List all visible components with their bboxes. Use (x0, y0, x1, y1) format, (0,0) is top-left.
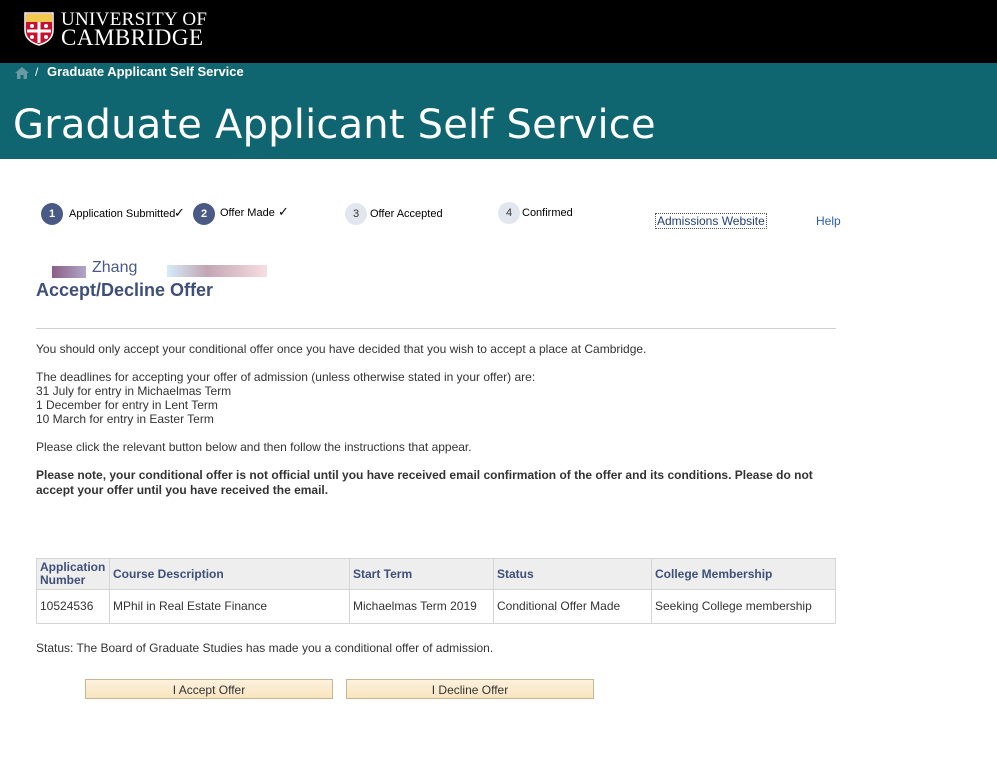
breadcrumb-separator: / (35, 65, 39, 79)
status-message: Status: The Board of Graduate Studies ha… (36, 641, 494, 655)
applicant-name: Zhang (92, 259, 138, 276)
deadline-michaelmas: 31 July for entry in Michaelmas Term (36, 384, 232, 398)
table-row: 10524536 MPhil in Real Estate Finance Mi… (36, 589, 836, 624)
step-2-check-icon: ✓ (278, 204, 289, 219)
column-header-course-description: Course Description (109, 558, 350, 590)
breadcrumb-link[interactable]: Graduate Applicant Self Service (47, 64, 244, 79)
cell-course-description: MPhil in Real Estate Finance (109, 589, 350, 624)
cell-college-membership: Seeking College membership (651, 589, 836, 624)
deadlines-intro: The deadlines for accepting your offer o… (36, 370, 536, 384)
cell-start-term: Michaelmas Term 2019 (349, 589, 494, 624)
decline-offer-button[interactable]: I Decline Offer (346, 679, 594, 699)
column-header-college-membership: College Membership (651, 558, 836, 590)
column-header-application-number: Application Number (36, 558, 110, 590)
step-1-check-icon: ✓ (174, 205, 185, 220)
banner-title: Graduate Applicant Self Service (13, 102, 656, 148)
column-header-start-term: Start Term (349, 558, 494, 590)
page-title: Accept/Decline Offer (36, 280, 214, 300)
university-wordmark-line2: CAMBRIDGE (61, 25, 204, 50)
divider (36, 328, 836, 329)
redacted-id-block (167, 265, 267, 277)
help-link[interactable]: Help (816, 214, 841, 228)
redacted-name-block (52, 266, 86, 278)
step-3-number: 3 (345, 203, 367, 225)
home-icon[interactable] (14, 66, 30, 80)
step-1-number: 1 (41, 203, 63, 225)
deadline-lent: 1 December for entry in Lent Term (36, 398, 218, 412)
cell-status: Conditional Offer Made (493, 589, 652, 624)
cambridge-crest-icon (24, 12, 54, 46)
column-header-status: Status (493, 558, 652, 590)
step-1-label: Application Submitted (69, 208, 176, 220)
instruction-text: Please click the relevant button below a… (36, 440, 472, 454)
admissions-website-link[interactable]: Admissions Website (655, 213, 767, 229)
step-2-number: 2 (193, 203, 215, 225)
email-confirmation-note: Please note, your conditional offer is n… (36, 468, 813, 497)
deadline-easter: 10 March for entry in Easter Term (36, 412, 214, 426)
accept-offer-button[interactable]: I Accept Offer (85, 679, 333, 699)
university-header: UNIVERSITY OF CAMBRIDGE (0, 0, 997, 63)
step-3-label: Offer Accepted (370, 208, 443, 220)
table-header-row: Application Number Course Description St… (36, 558, 836, 590)
step-4-number: 4 (498, 202, 520, 224)
cell-application-number: 10524536 (36, 589, 110, 624)
step-4-label: Confirmed (522, 207, 573, 219)
step-2-label: Offer Made (220, 207, 275, 219)
intro-text: You should only accept your conditional … (36, 342, 647, 356)
offers-table: Application Number Course Description St… (36, 558, 836, 624)
